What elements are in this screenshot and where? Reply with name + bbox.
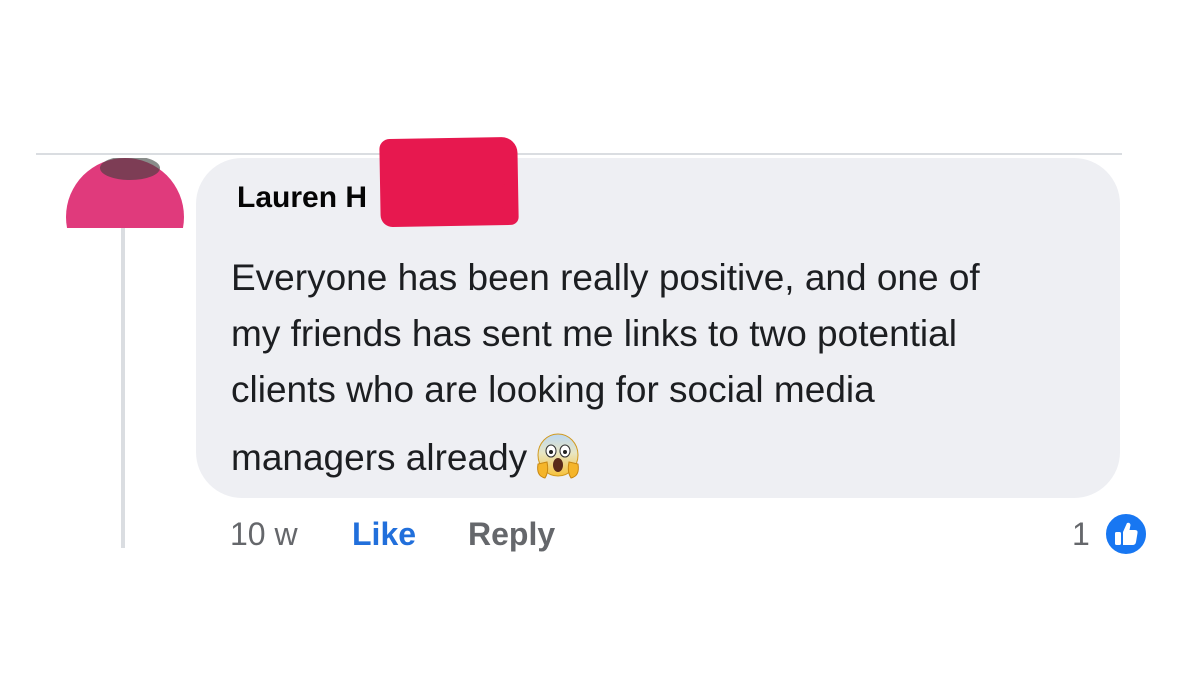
reaction-count: 1 <box>1072 516 1090 552</box>
thread-connector-line <box>121 228 125 548</box>
comment-body-line: my friends has sent me links to two pote… <box>231 313 957 354</box>
comment-author-name[interactable]: Lauren H <box>237 181 367 215</box>
like-icon <box>1104 512 1148 556</box>
comment-body-line: clients who are looking for social media <box>231 369 875 410</box>
name-redaction-mark <box>379 136 519 228</box>
avatar-redaction <box>66 158 184 228</box>
avatar[interactable] <box>66 158 184 228</box>
comment-body-line-last: managers already <box>231 430 1111 486</box>
like-button[interactable]: Like <box>352 516 416 553</box>
comment-body: Everyone has been really positive, and o… <box>231 250 1111 486</box>
top-divider <box>36 153 1122 155</box>
face-screaming-in-fear-emoji-icon <box>535 432 581 480</box>
comment-timestamp[interactable]: 10 w <box>230 516 298 553</box>
name-redaction-mark-edge <box>502 184 514 210</box>
comment-body-line: Everyone has been really positive, and o… <box>231 257 980 298</box>
reply-button[interactable]: Reply <box>468 516 555 553</box>
comment-body-line-text: managers already <box>231 437 528 478</box>
